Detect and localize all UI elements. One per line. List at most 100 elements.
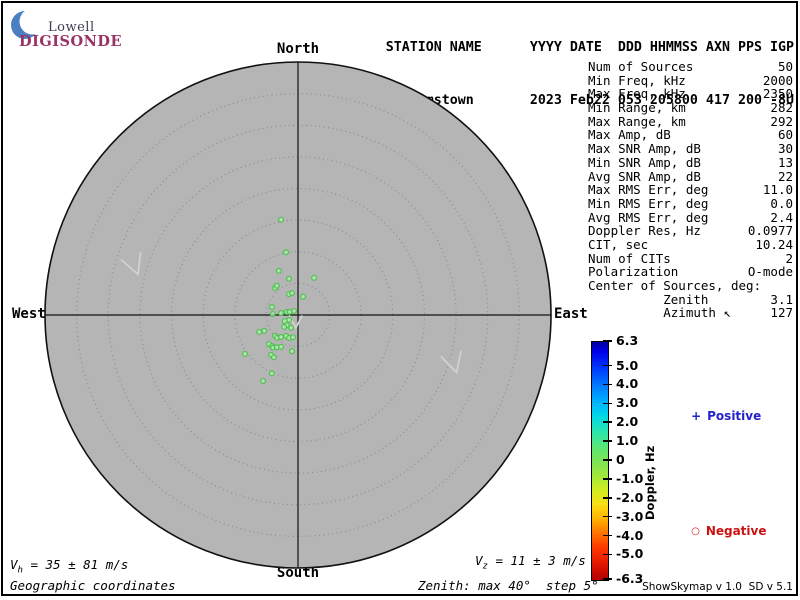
parameter-value: 50 — [777, 59, 793, 74]
colorbar-title: Doppler, Hz — [643, 445, 657, 520]
colorbar-tick-label: -2.0 — [616, 489, 644, 505]
parameter-row: Avg RMS Err, deg 2.4 — [588, 209, 793, 225]
doppler-colorbar — [591, 341, 609, 581]
parameter-value: 22 — [777, 168, 793, 184]
parameter-row: Min SNR Amp, dB 13 — [588, 156, 793, 170]
legend-positive: + Positive — [666, 395, 761, 437]
plus-marker-icon: + — [691, 409, 702, 423]
colorbar-tick-label: 0 — [616, 452, 625, 468]
parameter-row: Max RMS Err, deg 11.0 — [588, 183, 793, 197]
lowell-digisonde-logo: Lowell DIGISONDE — [10, 6, 140, 50]
parameter-row: Max Freq, kHz 2350 — [588, 87, 793, 101]
parameter-label: Avg SNR Amp, dB — [588, 168, 701, 184]
parameter-label: Max SNR Amp, dB — [588, 141, 701, 157]
parameter-label: CIT, sec — [588, 236, 649, 252]
colorbar-tick-label: 4.0 — [616, 376, 639, 392]
compass-label-east: East — [554, 306, 588, 322]
parameter-value: 60 — [777, 127, 793, 143]
colorbar-tick — [603, 402, 612, 405]
colorbar-tick — [603, 383, 612, 386]
vertical-velocity-readout: Vz = 11 ± 3 m/s — [475, 553, 586, 572]
parameter-row: Max Amp, dB 60 — [588, 128, 793, 142]
source-dot — [256, 328, 263, 335]
parameter-value: 10.24 — [755, 236, 793, 252]
parameter-value: 0.0 — [770, 195, 793, 211]
parameter-label: Num of Sources — [588, 59, 694, 74]
legend-negative: ○ Negative — [666, 510, 767, 552]
parameter-list: Num of Sources 50 Min Freq, kHz 2000 Max Fre… — [588, 60, 793, 320]
source-dot — [288, 348, 295, 355]
colorbar-tick-label: 5.0 — [616, 357, 639, 373]
vz-symbol: V — [475, 553, 483, 568]
parameter-label: Num of CITs — [588, 250, 671, 266]
source-dot — [261, 327, 268, 334]
colorbar-tick-label: -5.0 — [616, 546, 644, 562]
source-dot — [288, 324, 295, 331]
source-dot — [288, 290, 295, 297]
parameter-label: Avg RMS Err, deg — [588, 209, 709, 225]
colorbar-tick — [603, 515, 612, 518]
station-header-labels: STATION NAME YYYY DATE DDD HHMMSS AXN PP… — [385, 40, 794, 55]
source-dot — [278, 310, 285, 317]
source-dot — [300, 293, 307, 300]
vz-value: = 11 ± 3 m/s — [487, 553, 586, 568]
parameter-value: 127 — [770, 305, 793, 321]
horizontal-velocity-readout: Vh = 35 ± 81 m/s — [10, 557, 128, 576]
parameter-row: Min Range, km 282 — [588, 101, 793, 115]
source-dot — [278, 216, 285, 223]
legend-negative-label: Negative — [705, 524, 767, 538]
circle-marker-icon: ○ — [691, 526, 700, 537]
colorbar-tick-label: 1.0 — [616, 433, 639, 449]
source-dot — [241, 350, 248, 357]
parameter-value: 0.0977 — [747, 223, 793, 239]
source-dot — [285, 275, 292, 282]
parameter-label: Max Range, km — [588, 113, 686, 129]
legend-positive-label: Positive — [707, 409, 762, 423]
parameter-label: Min SNR Amp, dB — [588, 154, 701, 170]
colorbar-tick-label: 6.3 — [616, 333, 639, 349]
software-version-note: ShowSkymap v 1.0 SD v 5.1 — [642, 581, 793, 593]
source-dot — [281, 323, 288, 330]
parameter-row: Min Freq, kHz 2000 — [588, 72, 793, 88]
parameter-label: Max Freq, kHz — [588, 86, 686, 102]
source-dot — [269, 304, 276, 311]
vh-value: = 35 ± 81 m/s — [22, 557, 129, 572]
colorbar-tick — [603, 496, 612, 499]
source-dot — [277, 334, 284, 341]
source-dot — [311, 274, 318, 281]
source-dot — [268, 370, 275, 377]
parameter-label: Polarization — [588, 264, 679, 280]
parameter-value: 3.1 — [770, 291, 793, 307]
parameter-row: Doppler Res, Hz 0.0977 — [588, 224, 793, 238]
doppler-colorbar-area: 6.3 5.0 4.0 3.0 2.0 1.0 0 -1.0 -2.0 -3.0 -4.0 -5.0 -… — [591, 333, 793, 586]
parameter-value: 2.4 — [770, 209, 793, 225]
vh-symbol: V — [10, 557, 18, 572]
colorbar-tick — [603, 421, 612, 424]
skymap-svg — [44, 61, 552, 569]
source-dot — [286, 316, 293, 323]
zenith-scale-note: Zenith: max 40° step 5° — [418, 578, 599, 593]
parameter-label: Min RMS Err, deg — [588, 195, 709, 211]
colorbar-tick-label: 3.0 — [616, 395, 639, 411]
parameter-row: Center of Sources, deg: — [588, 279, 793, 293]
parameter-value: 292 — [770, 113, 793, 129]
colorbar-tick-label: -3.0 — [616, 508, 644, 524]
parameter-row: Min RMS Err, deg 0.0 — [588, 197, 793, 211]
parameter-label: Min Freq, kHz — [588, 72, 686, 88]
parameter-label: Max RMS Err, deg — [588, 182, 709, 198]
colorbar-tick-label: -1.0 — [616, 471, 644, 487]
parameter-label: Azimuth ↖ — [588, 305, 731, 321]
colorbar-tick — [603, 364, 612, 367]
parameter-value: 11.0 — [762, 182, 793, 198]
colorbar-tick-label: -6.3 — [616, 571, 644, 587]
source-dot — [286, 308, 293, 315]
parameter-value: 2 — [785, 250, 793, 266]
showskymap-window: Lowell DIGISONDE STATION NAME YYYY DATE … — [0, 0, 800, 600]
logo-digisonde-text: DIGISONDE — [19, 33, 123, 50]
colorbar-tick — [603, 478, 612, 480]
parameter-value: 282 — [770, 100, 793, 116]
colorbar-tick — [603, 553, 612, 556]
parameter-label: Doppler Res, Hz — [588, 223, 701, 239]
parameter-row: Num of CITs 2 — [588, 250, 793, 266]
parameter-row: Zenith 3.1 — [588, 291, 793, 307]
